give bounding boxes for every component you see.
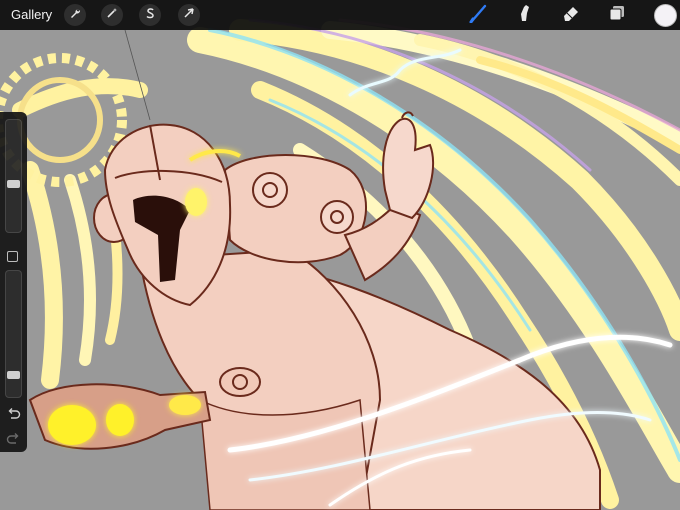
opacity-thumb[interactable] bbox=[7, 371, 20, 380]
redo-icon bbox=[6, 433, 21, 450]
eraser-icon bbox=[561, 3, 581, 28]
opacity-slider[interactable] bbox=[5, 270, 22, 398]
brush-size-thumb[interactable] bbox=[7, 180, 20, 188]
color-picker-button[interactable] bbox=[654, 4, 677, 27]
arrow-cursor-icon bbox=[183, 6, 195, 24]
drawing-canvas[interactable] bbox=[0, 0, 680, 510]
actions-button[interactable] bbox=[64, 4, 86, 26]
top-toolbar: Gallery bbox=[0, 0, 680, 30]
modify-button[interactable] bbox=[7, 251, 18, 262]
undo-button[interactable] bbox=[6, 407, 21, 421]
gallery-button[interactable]: Gallery bbox=[11, 7, 52, 22]
magic-wand-icon bbox=[106, 6, 118, 24]
smudge-tool-button[interactable] bbox=[512, 3, 536, 27]
wrench-icon bbox=[69, 6, 81, 24]
shoulder-armor bbox=[223, 154, 367, 264]
smudge-finger-icon bbox=[514, 3, 534, 28]
layers-button[interactable] bbox=[605, 3, 629, 27]
brush-icon bbox=[469, 3, 489, 28]
selection-button[interactable] bbox=[139, 4, 161, 26]
redo-button[interactable] bbox=[6, 432, 21, 446]
undo-icon bbox=[6, 408, 21, 425]
transform-button[interactable] bbox=[178, 4, 200, 26]
artwork bbox=[0, 0, 680, 510]
layers-icon bbox=[607, 3, 627, 28]
adjustments-button[interactable] bbox=[101, 4, 123, 26]
brush-size-slider[interactable] bbox=[5, 119, 22, 233]
eraser-tool-button[interactable] bbox=[559, 3, 583, 27]
selection-s-icon bbox=[144, 6, 156, 24]
left-sidebar bbox=[0, 112, 27, 452]
brush-tool-button[interactable] bbox=[467, 3, 491, 27]
